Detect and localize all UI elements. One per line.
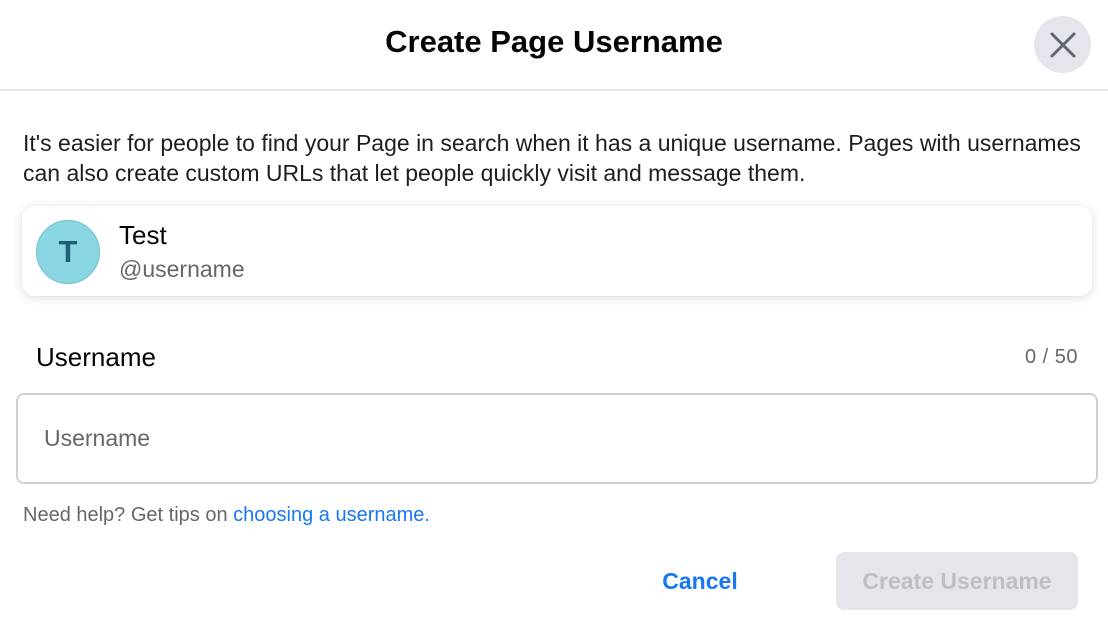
dialog-description: It's easier for people to find your Page… — [23, 130, 1081, 186]
character-counter: 0 / 50 — [1024, 346, 1078, 368]
dialog-header: Create Page Username — [0, 0, 1108, 91]
username-input-container[interactable] — [16, 393, 1098, 484]
dialog-title: Create Page Username — [385, 24, 723, 59]
cancel-button[interactable]: Cancel — [640, 552, 760, 610]
username-input[interactable] — [18, 395, 1096, 482]
help-text: Need help? Get tips on choosing a userna… — [23, 502, 430, 528]
avatar: T — [36, 220, 100, 284]
username-label: Username — [36, 342, 156, 372]
choosing-username-link[interactable]: choosing a username. — [233, 504, 430, 526]
close-button[interactable] — [1034, 16, 1091, 73]
page-name: Test — [119, 220, 167, 250]
help-prefix: Need help? Get tips on — [23, 504, 228, 526]
create-username-button[interactable]: Create Username — [836, 552, 1078, 610]
page-handle: @username — [119, 256, 245, 282]
page-preview-card: T Test @username — [22, 206, 1092, 296]
close-icon — [1050, 32, 1076, 58]
create-username-dialog: Create Page Username It's easier for peo… — [0, 0, 1108, 636]
